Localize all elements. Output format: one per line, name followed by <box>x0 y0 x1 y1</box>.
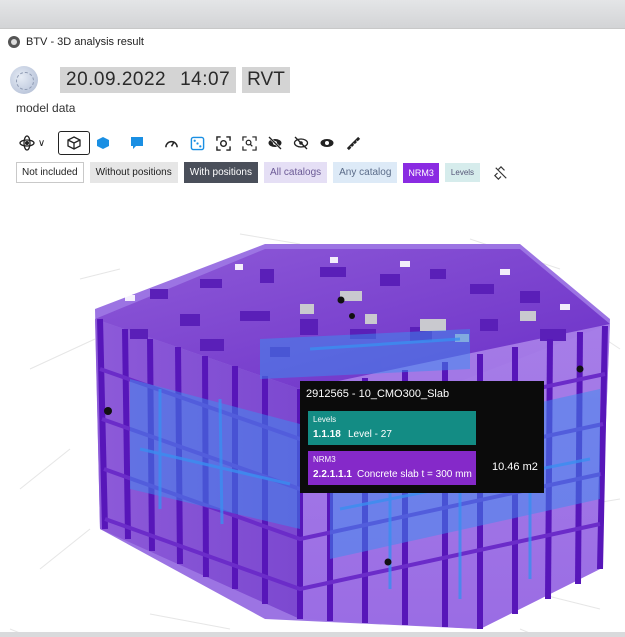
area-value: 10.46 m2 <box>492 461 538 473</box>
nrm3-name: Concrete slab t = 300 mm <box>357 469 472 480</box>
levels-card: Levels 1.1.18 Level - 27 <box>308 411 476 445</box>
result-header: 20.09.2022 14:07 RVT <box>0 63 625 97</box>
app-icon <box>8 36 20 48</box>
date-label: 20.09.2022 <box>66 69 167 90</box>
viewer-toolbar: ∨ <box>14 129 366 157</box>
nrm3-category: NRM3 <box>313 455 336 464</box>
nrm3-code: 2.2.1.1.1 <box>313 469 352 480</box>
comment-button[interactable] <box>124 131 150 155</box>
top-window-strip <box>0 0 625 28</box>
hide-others-button[interactable] <box>288 131 314 155</box>
timestamp-badge: 20.09.2022 14:07 <box>60 67 237 93</box>
filter-nrm3[interactable]: NRM3 <box>403 162 439 183</box>
focus-icon <box>215 135 231 151</box>
window-title: BTV - 3D analysis result <box>26 36 144 48</box>
chevron-down-icon: ∨ <box>37 137 46 149</box>
filter-any-catalog[interactable]: Any catalog <box>333 162 398 183</box>
measure-button[interactable] <box>340 131 366 155</box>
levels-name: Level - 27 <box>348 429 392 440</box>
hide-icon <box>268 136 282 150</box>
focus-button[interactable] <box>210 131 236 155</box>
comment-icon <box>131 137 143 149</box>
filter-levels[interactable]: Levels <box>444 163 481 182</box>
wireframe-cube-button[interactable] <box>58 131 90 155</box>
hide-selected-button[interactable] <box>262 131 288 155</box>
model-data-label: model data <box>16 101 76 115</box>
levels-category: Levels <box>313 415 337 424</box>
filter-bar: Not included Without positions With posi… <box>16 162 510 183</box>
tooltip-title: 2912565 - 10_CMO300_Slab <box>306 388 450 400</box>
filter-not-included[interactable]: Not included <box>16 162 84 183</box>
orbit-dropdown[interactable]: ∨ <box>14 131 50 155</box>
levels-code: 1.1.18 <box>313 429 341 440</box>
performance-button[interactable] <box>158 131 184 155</box>
show-icon <box>320 139 334 147</box>
nrm3-card: NRM3 2.2.1.1.1 Concrete slab t = 300 mm <box>308 451 476 485</box>
speedometer-icon <box>164 140 178 147</box>
solid-cube-button[interactable] <box>90 131 116 155</box>
filter-without-positions[interactable]: Without positions <box>89 162 178 183</box>
measure-icon <box>346 136 360 150</box>
title-bar: BTV - 3D analysis result <box>0 29 625 55</box>
filter-all-catalogs[interactable]: All catalogs <box>264 162 328 183</box>
orbit-icon <box>19 135 35 151</box>
app-window: BTV - 3D analysis result 20.09.2022 14:07… <box>0 28 625 637</box>
project-logo <box>10 66 38 94</box>
unlink-filter-button[interactable] <box>492 164 510 182</box>
dice-icon <box>190 136 204 150</box>
cube-solid-icon <box>97 137 109 149</box>
show-all-button[interactable] <box>314 131 340 155</box>
cube-outline-icon <box>67 136 81 150</box>
format-badge: RVT <box>242 67 290 93</box>
3d-viewport[interactable]: 2912565 - 10_CMO300_Slab Levels 1.1.18 L… <box>0 189 625 637</box>
zoom-fit-button[interactable] <box>236 131 262 155</box>
time-label: 14:07 <box>180 69 231 90</box>
link-off-icon <box>494 165 507 180</box>
hide-outline-icon <box>293 136 309 150</box>
filter-with-positions[interactable]: With positions <box>183 162 258 183</box>
element-tooltip: 2912565 - 10_CMO300_Slab Levels 1.1.18 L… <box>300 381 544 493</box>
zoom-icon <box>241 135 257 151</box>
random-color-button[interactable] <box>184 131 210 155</box>
